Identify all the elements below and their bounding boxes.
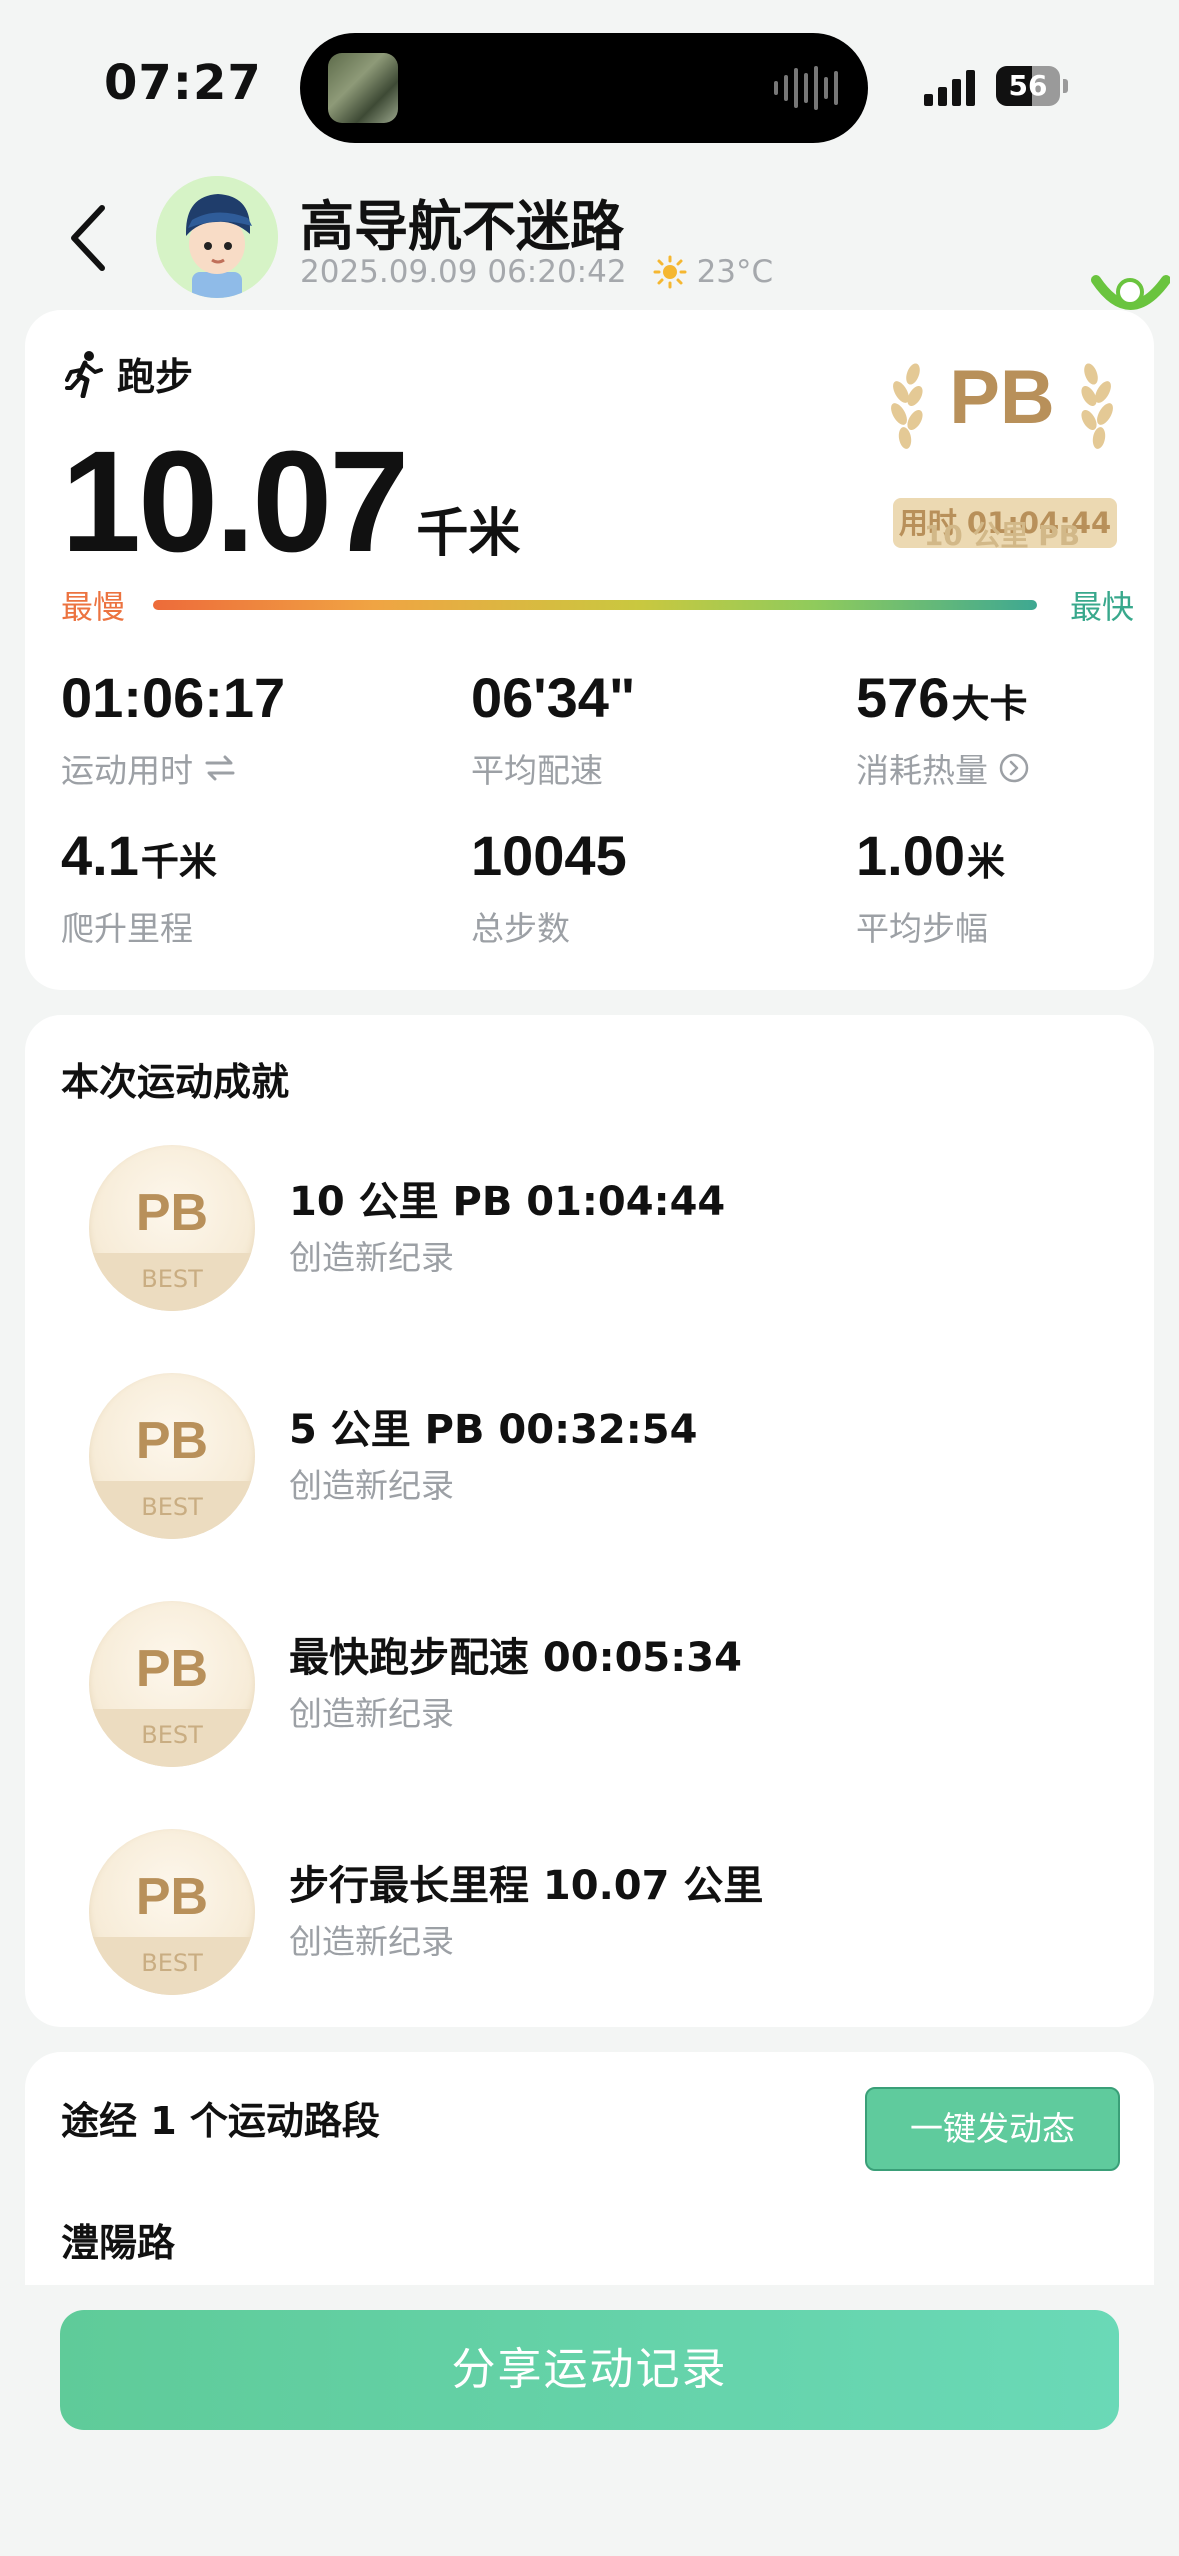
stat-steps: 10045 总步数	[471, 828, 831, 950]
dynamic-island[interactable]	[300, 33, 868, 143]
stat-value: 06'34"	[471, 666, 636, 729]
achievement-title: 最快跑步配速 00:05:34	[289, 1635, 742, 1681]
segment-name[interactable]: 澧陽路	[61, 2212, 175, 2267]
stat-label: 平均步幅	[856, 909, 988, 948]
now-playing-thumbnail	[328, 53, 398, 123]
stat-climb: 4.1千米 爬升里程	[61, 828, 421, 950]
stat-label: 爬升里程	[61, 909, 193, 948]
activity-meta: 2025.09.09 06:20:42 23°C	[300, 254, 773, 290]
pace-scale: 最慢 最快	[61, 582, 1146, 632]
stat-avg-pace: 06'34" 平均配速	[471, 670, 831, 792]
achievement-subtitle: 创造新纪录	[289, 1922, 454, 1961]
pb-medal-icon: PB BEST	[89, 1373, 255, 1539]
distance-unit: 千米	[416, 504, 521, 564]
achievement-subtitle: 创造新纪录	[289, 1694, 454, 1733]
medal-sub: BEST	[141, 1265, 203, 1293]
stat-calories[interactable]: 576大卡 消耗热量	[856, 670, 1179, 792]
medal-text: PB	[135, 1640, 209, 1698]
pace-slow-label: 最慢	[61, 588, 126, 626]
pb-medal-icon: PB BEST	[89, 1601, 255, 1767]
avatar-illustration-icon	[156, 176, 278, 298]
stat-duration[interactable]: 01:06:17 运动用时	[61, 670, 421, 792]
stat-value: 1.00	[856, 824, 965, 887]
sport-type-row: 跑步	[65, 346, 193, 401]
achievement-subtitle: 创造新纪录	[289, 1466, 454, 1505]
achievements-card: 本次运动成就 PB BEST 10 公里 PB 01:04:44 创造新纪录 P…	[25, 1015, 1154, 2027]
swap-icon[interactable]	[203, 755, 237, 781]
medal-text: PB	[135, 1184, 209, 1242]
achievement-item[interactable]: PB BEST 5 公里 PB 00:32:54 创造新纪录	[65, 1373, 1115, 1543]
medal-text: PB	[135, 1412, 209, 1470]
stat-label: 消耗热量	[856, 751, 988, 790]
battery-icon: 56	[996, 66, 1068, 106]
achievement-title: 步行最长里程 10.07 公里	[289, 1863, 764, 1909]
medal-text: PB	[135, 1868, 209, 1926]
medal-sub: BEST	[141, 1493, 203, 1521]
achievement-item[interactable]: PB BEST 步行最长里程 10.07 公里 创造新纪录	[65, 1829, 1115, 1999]
stat-value: 4.1	[61, 824, 139, 887]
sun-icon	[653, 255, 687, 289]
pb-description: 10 公里 PB	[923, 519, 1081, 552]
audio-waveform-icon	[774, 65, 838, 111]
pace-gradient-bar	[153, 600, 1037, 610]
signal-icon	[924, 70, 975, 106]
pb-medal-icon: PB BEST	[89, 1829, 255, 1995]
distance-value: 10.07	[61, 421, 409, 582]
back-arrow-icon[interactable]	[62, 200, 122, 276]
activity-datetime: 2025.09.09 06:20:42	[300, 254, 627, 290]
avatar[interactable]	[156, 176, 278, 298]
battery-percent: 56	[1008, 69, 1048, 102]
pace-fast-label: 最快	[1069, 588, 1134, 626]
stat-label: 平均配速	[471, 751, 603, 790]
stat-stride: 1.00米 平均步幅	[856, 828, 1179, 950]
medal-sub: BEST	[141, 1721, 203, 1749]
stat-value: 10045	[471, 824, 627, 887]
stat-value: 576	[856, 666, 950, 729]
distance-display: 10.07 千米	[61, 430, 520, 574]
segments-title: 途经 1 个运动路段	[61, 2099, 380, 2143]
status-time: 07:27	[104, 55, 262, 111]
achievement-title: 10 公里 PB 01:04:44	[289, 1179, 726, 1225]
user-name[interactable]: 高导航不迷路	[300, 182, 624, 261]
stat-unit: 千米	[140, 840, 217, 884]
stat-value: 01:06:17	[61, 666, 286, 729]
stat-unit: 米	[967, 840, 1006, 884]
achievements-title: 本次运动成就	[61, 1060, 290, 1104]
achievement-title: 5 公里 PB 00:32:54	[289, 1407, 698, 1453]
share-record-button[interactable]: 分享运动记录	[60, 2310, 1119, 2430]
summary-card: 跑步 10.07 千米 PB 用时 01:04:44 10 公里 PB 最慢 最…	[25, 310, 1154, 990]
achievement-item[interactable]: PB BEST 最快跑步配速 00:05:34 创造新纪录	[65, 1601, 1115, 1771]
stat-label: 总步数	[471, 909, 570, 948]
chevron-circle-icon[interactable]	[998, 752, 1030, 784]
medal-sub: BEST	[141, 1949, 203, 1977]
stat-unit: 大卡	[951, 682, 1028, 726]
pb-badge-text: PB	[949, 355, 1055, 440]
status-bar: 07:27 56	[0, 0, 1179, 170]
achievement-item[interactable]: PB BEST 10 公里 PB 01:04:44 创造新纪录	[65, 1145, 1115, 1315]
stat-label: 运动用时	[61, 751, 193, 790]
sport-type-label: 跑步	[117, 355, 194, 399]
achievement-subtitle: 创造新纪录	[289, 1238, 454, 1277]
post-moment-button[interactable]: 一键发动态	[865, 2087, 1120, 2171]
running-person-icon	[65, 350, 103, 398]
temperature: 23°C	[696, 254, 774, 290]
pb-medal-icon: PB BEST	[89, 1145, 255, 1311]
